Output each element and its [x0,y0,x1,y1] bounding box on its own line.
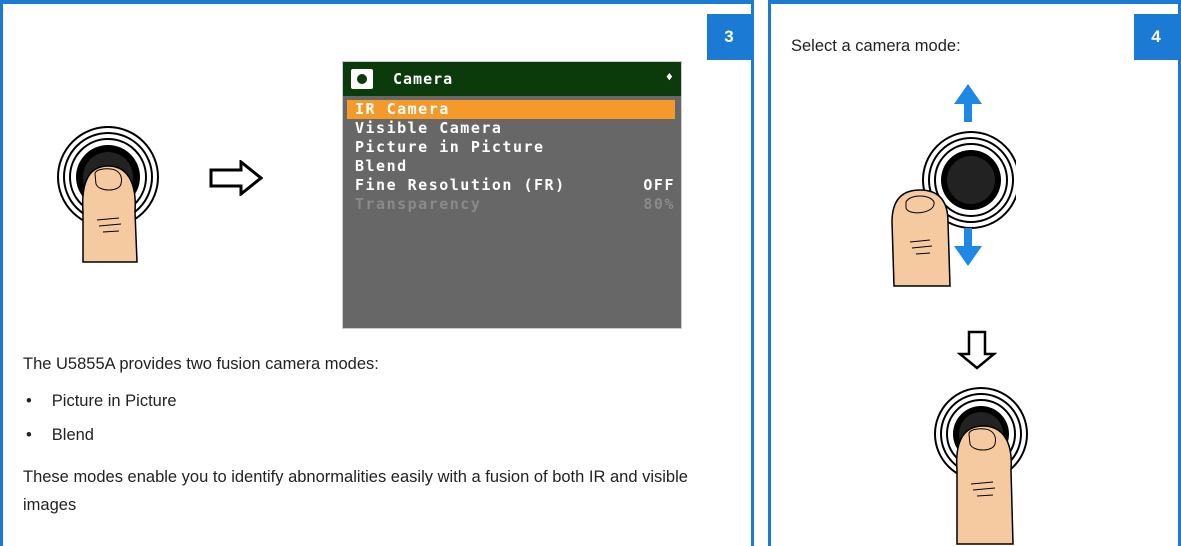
menu-item-transparency: Transparency 80% [347,195,675,214]
up-arrow-icon [954,84,982,122]
menu-item-ir-camera[interactable]: IR Camera [347,100,675,119]
step-4-panel: 4 Select a camera mode: [768,0,1181,546]
bullet-glyph: • [26,426,32,444]
menu-item-value: 80% [643,195,675,213]
camera-icon [351,69,373,89]
bullet-glyph: • [26,392,32,410]
step-4-badge: 4 [1134,14,1178,60]
bullet-item: • Blend [26,426,94,445]
camera-menu-screen: Camera ♦ IR Camera Visible Camera Pictur… [342,61,682,329]
menu-item-label: Visible Camera [355,119,503,137]
down-arrow-icon [954,228,982,266]
instruction-text: Select a camera mode: [791,37,961,55]
description-paragraph: These modes enable you to identify abnor… [23,468,688,514]
step-3-badge: 3 [707,14,751,60]
menu-item-fine-resolution[interactable]: Fine Resolution (FR) OFF [347,176,675,195]
press-knob-icon [57,126,159,263]
down-arrow-outline-icon [957,330,997,370]
bullet-item: • Picture in Picture [26,392,177,411]
scroll-indicator-icon: ♦ [665,70,673,84]
press-knob-icon [934,387,1028,545]
bullet-label: Blend [51,426,94,444]
menu-item-picture-in-picture[interactable]: Picture in Picture [347,138,675,157]
rotate-knob-icon [891,84,1016,287]
menu-item-value: OFF [643,176,675,194]
menu-title: Camera [393,70,454,88]
menu-item-blend[interactable]: Blend [347,157,675,176]
menu-item-label: Fine Resolution (FR) [355,176,566,194]
menu-item-label: Transparency [355,195,482,213]
bullet-label: Picture in Picture [51,392,177,410]
menu-item-label: Blend [355,157,408,175]
right-arrow-icon [209,160,263,196]
step-3-panel: 3 Camera ♦ IR Camera Visible Camera Pict… [0,0,754,546]
intro-text: The U5855A provides two fusion camera mo… [23,355,379,373]
menu-header: Camera ♦ [343,62,681,96]
menu-item-visible-camera[interactable]: Visible Camera [347,119,675,138]
menu-item-label: Picture in Picture [355,138,545,156]
menu-item-label: IR Camera [355,100,450,118]
